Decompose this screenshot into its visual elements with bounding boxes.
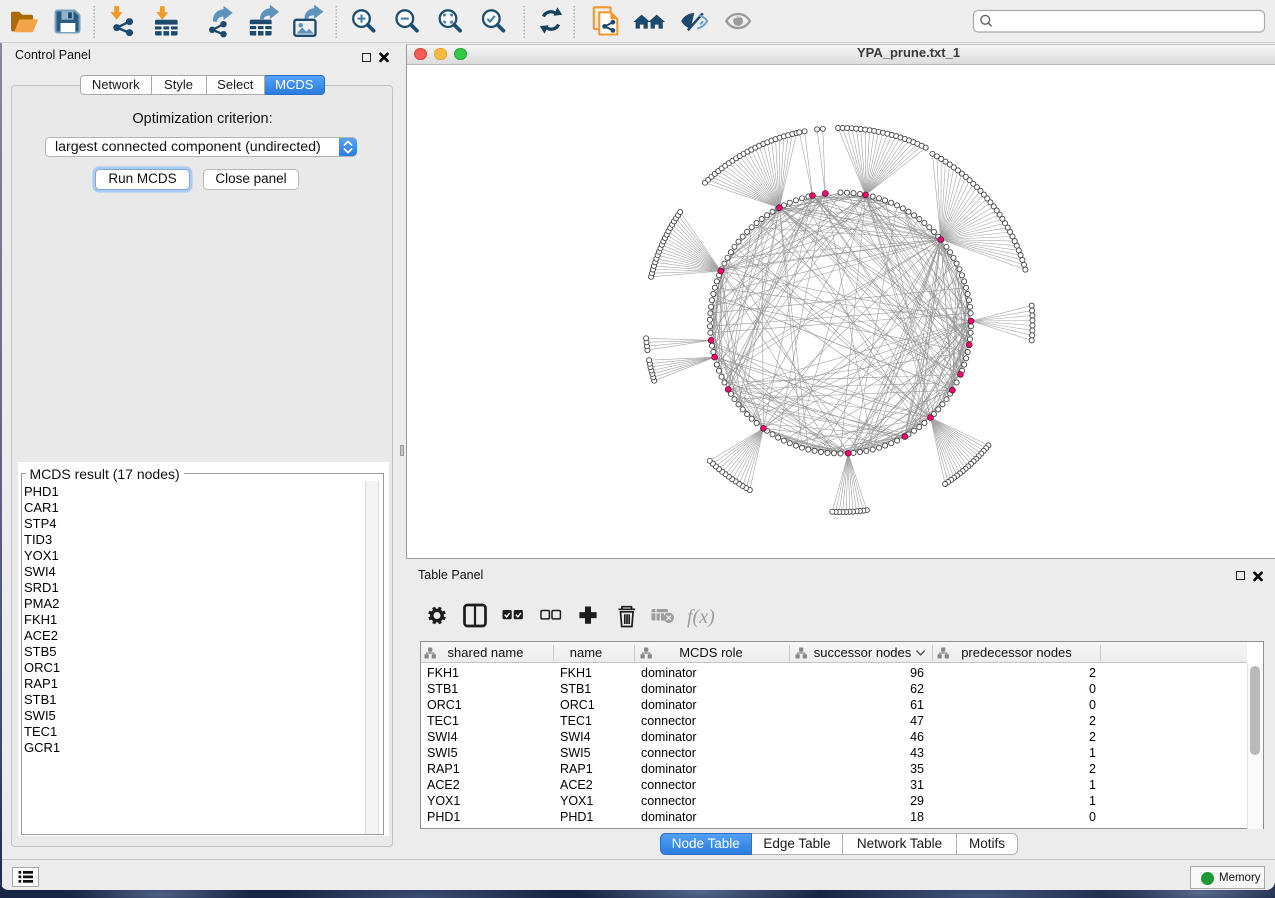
svg-text:f(x): f(x) xyxy=(687,606,715,628)
